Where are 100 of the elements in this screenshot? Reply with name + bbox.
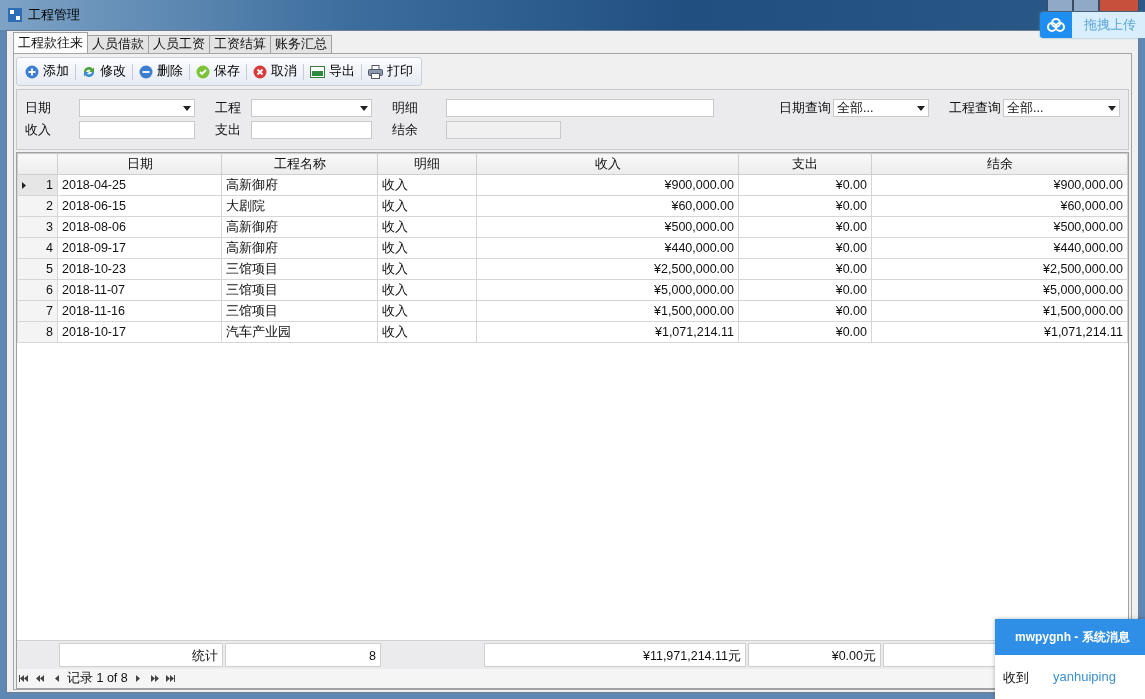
tab[interactable]: 账务汇总 [270,35,332,53]
table-cell: 2018-10-23 [57,258,222,280]
toolbar-button[interactable]: 添加 [21,60,73,83]
tab[interactable]: 人员工资 [148,35,210,53]
row-header[interactable]: 2 [17,195,58,217]
dropdown-arrow-icon [917,105,925,111]
table-cell: 高新御府 [221,237,378,259]
toolbar-button[interactable]: 删除 [135,60,187,83]
table-cell: ¥0.00 [738,174,872,196]
column-header[interactable]: 收入 [476,153,739,175]
row-header[interactable]: 8 [17,321,58,343]
column-header[interactable]: 明细 [377,153,477,175]
table-cell: 2018-04-25 [57,174,222,196]
table-cell: ¥2,500,000.00 [871,258,1128,280]
tab[interactable]: 工资结算 [209,35,271,53]
column-header[interactable]: 工程名称 [221,153,378,175]
table-cell: 三馆项目 [221,279,378,301]
next-page-button[interactable] [149,675,160,682]
field-label: 日期查询 [779,99,832,117]
row-header[interactable]: 6 [17,279,58,301]
table-cell: 收入 [377,216,477,238]
table-cell: 高新御府 [221,174,378,196]
table-cell: 2018-11-16 [57,300,222,322]
toolbar-button[interactable]: 保存 [192,60,244,83]
table-cell: ¥500,000.00 [871,216,1128,238]
table-cell: ¥1,500,000.00 [476,300,739,322]
input-field[interactable] [79,121,195,139]
summary-count: 8 [225,643,381,667]
table-cell: ¥900,000.00 [871,174,1128,196]
column-header[interactable]: 日期 [57,153,222,175]
table-cell: 2018-11-07 [57,279,222,301]
record-counter: 记录 1 of 8 [67,670,128,687]
table-cell: ¥0.00 [738,216,872,238]
table-cell: ¥0.00 [738,195,872,217]
row-header[interactable]: 3 [17,216,58,238]
field-label: 工程查询 [949,99,1002,117]
first-button[interactable] [19,675,29,682]
current-row-icon [22,181,26,189]
field-label: 日期 [25,99,52,117]
field-label: 收入 [25,121,52,139]
arrows-icon [82,64,96,79]
table-cell: 2018-06-15 [57,195,222,217]
table-cell: ¥1,500,000.00 [871,300,1128,322]
minus-circle-icon [139,64,153,79]
table-cell: ¥1,071,214.11 [476,321,739,343]
table-cell: 收入 [377,237,477,259]
window-title: 工程管理 [28,6,80,24]
row-header[interactable]: 7 [17,300,58,322]
table-cell: ¥900,000.00 [476,174,739,196]
notification-title: mwpygnh - 系统消息 [995,619,1145,655]
dropdown-arrow-icon [360,105,368,111]
cloud-icon [1046,18,1066,32]
input-field[interactable] [446,121,561,139]
table-cell: ¥500,000.00 [476,216,739,238]
input-field[interactable] [251,121,372,139]
check-circle-icon [196,64,210,79]
project-query-dropdown[interactable]: 全部... [1003,99,1120,117]
toolbar-button[interactable]: 修改 [78,60,130,83]
table-cell: 收入 [377,258,477,280]
corner-header [17,153,58,175]
input-field[interactable] [446,99,714,117]
table-cell: 收入 [377,279,477,301]
table-cell: 三馆项目 [221,300,378,322]
printer-icon [368,64,383,79]
close-button[interactable] [1099,0,1139,12]
column-header[interactable]: 结余 [871,153,1128,175]
row-header[interactable]: 4 [17,237,58,259]
upload-label: 拖拽上传 [1072,12,1145,38]
table-cell: ¥0.00 [738,300,872,322]
sender-link[interactable]: yanhuiping [1053,669,1116,687]
plus-circle-icon [25,64,39,79]
field-label: 结余 [392,121,419,139]
dropdown-arrow-icon [183,105,191,111]
table-cell: ¥60,000.00 [871,195,1128,217]
table-cell: ¥0.00 [738,279,872,301]
field-label: 支出 [215,121,242,139]
minimize-button[interactable] [1047,0,1073,12]
table-cell: 2018-08-06 [57,216,222,238]
table-cell: ¥5,000,000.00 [871,279,1128,301]
toolbar-button[interactable]: 导出 [306,60,359,83]
table-cell: ¥60,000.00 [476,195,739,217]
column-header[interactable]: 支出 [738,153,872,175]
field-label: 工程 [215,99,242,117]
field-label: 明细 [392,99,419,117]
last-button[interactable] [165,675,176,682]
row-header[interactable]: 5 [17,258,58,280]
previous-page-button[interactable] [35,675,45,682]
table-cell: ¥440,000.00 [871,237,1128,259]
maximize-button[interactable] [1073,0,1099,12]
toolbar-button[interactable]: 取消 [249,60,301,83]
tab[interactable]: 人员借款 [87,35,149,53]
toolbar-button[interactable]: 打印 [364,60,417,83]
table-cell: 2018-10-17 [57,321,222,343]
row-header[interactable]: 1 [17,174,58,196]
table-cell: 2018-09-17 [57,237,222,259]
date-query-dropdown[interactable]: 全部... [833,99,929,117]
table-cell: ¥440,000.00 [476,237,739,259]
app-icon [8,8,22,22]
tab[interactable]: 工程款往来 [13,32,88,53]
close-circle-icon [253,64,267,79]
